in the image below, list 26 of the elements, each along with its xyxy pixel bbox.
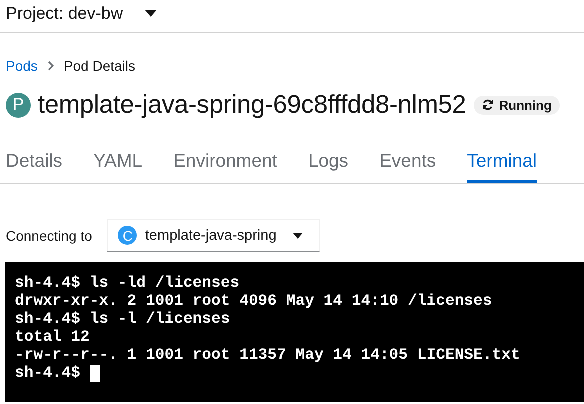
container-badge: C: [118, 226, 138, 245]
terminal-line: sh-4.4$ ls -l /licenses: [15, 310, 230, 328]
tab[interactable]: Environment: [174, 144, 278, 183]
tab[interactable]: YAML: [94, 144, 143, 183]
tab[interactable]: Terminal: [467, 144, 538, 183]
terminal[interactable]: sh-4.4$ ls -ld /licenses drwxr-xr-x. 2 1001 root 4096 May 14 14:10 /licenses sh-4.4$ ls -l /licenses total 12 -rw-r--r--. 1 1001 root 11357 May 14 14:05 LICENSE.txt sh-4.4$: [5, 262, 584, 402]
tab[interactable]: Events: [380, 144, 436, 183]
caret-icon: [145, 10, 158, 18]
pod-badge: P: [6, 92, 31, 118]
caret-icon: [293, 232, 304, 238]
container-dropdown[interactable]: C template-java-spring: [107, 219, 320, 252]
terminal-line: sh-4.4$: [15, 364, 82, 382]
terminal-line: -rw-r--r--. 1 1001 root 11357 May 14 14:05 LICENSE.txt: [15, 346, 520, 364]
status-label: Running: [474, 96, 560, 114]
terminal-line: drwxr-xr-x. 2 1001 root 4096 May 14 14:10 /licenses: [15, 292, 492, 310]
tab[interactable]: Details: [6, 144, 63, 183]
project-dropdown[interactable]: Project: dev-bw: [6, 4, 162, 28]
breadcrumb-current: Pod Details: [64, 58, 136, 74]
terminal-line: sh-4.4$ ls -ld /licenses: [15, 274, 240, 292]
terminal-line: total 12: [15, 328, 90, 346]
tab[interactable]: Logs: [308, 144, 349, 183]
pod-name: template-java-spring-69c8fffdd8-nlm52: [38, 90, 466, 120]
sync-icon: [482, 99, 494, 111]
connecting-label: Connecting to: [6, 228, 92, 244]
chevron-right-icon: [48, 61, 54, 71]
breadcrumb-link[interactable]: Pods: [6, 58, 38, 74]
